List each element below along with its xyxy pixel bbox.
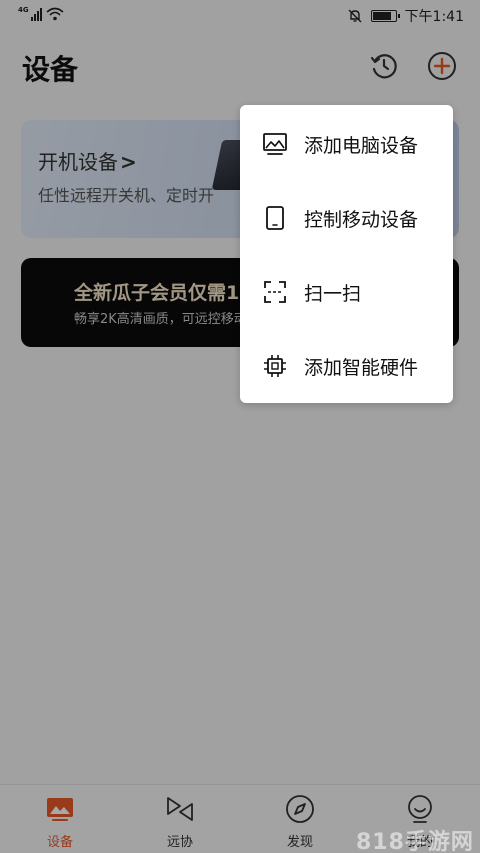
menu-item-control-mobile[interactable]: 控制移动设备	[240, 181, 453, 255]
menu-label-add-hardware: 添加智能硬件	[304, 356, 419, 379]
site-watermark: 818手游网	[356, 830, 474, 853]
menu-item-add-hardware[interactable]: 添加智能硬件	[240, 329, 453, 403]
menu-item-add-computer[interactable]: 添加电脑设备	[240, 107, 453, 181]
menu-label-add-computer: 添加电脑设备	[304, 134, 419, 157]
computer-icon	[263, 133, 287, 155]
tablet-icon	[266, 206, 284, 230]
menu-item-scan[interactable]: 扫一扫	[240, 255, 453, 329]
scan-icon	[264, 281, 286, 303]
add-menu-popup: 添加电脑设备 控制移动设备 扫一扫 添加智能硬件	[240, 105, 453, 403]
menu-label-scan: 扫一扫	[304, 282, 362, 305]
chip-icon	[264, 355, 286, 377]
menu-label-control-mobile: 控制移动设备	[304, 208, 419, 231]
